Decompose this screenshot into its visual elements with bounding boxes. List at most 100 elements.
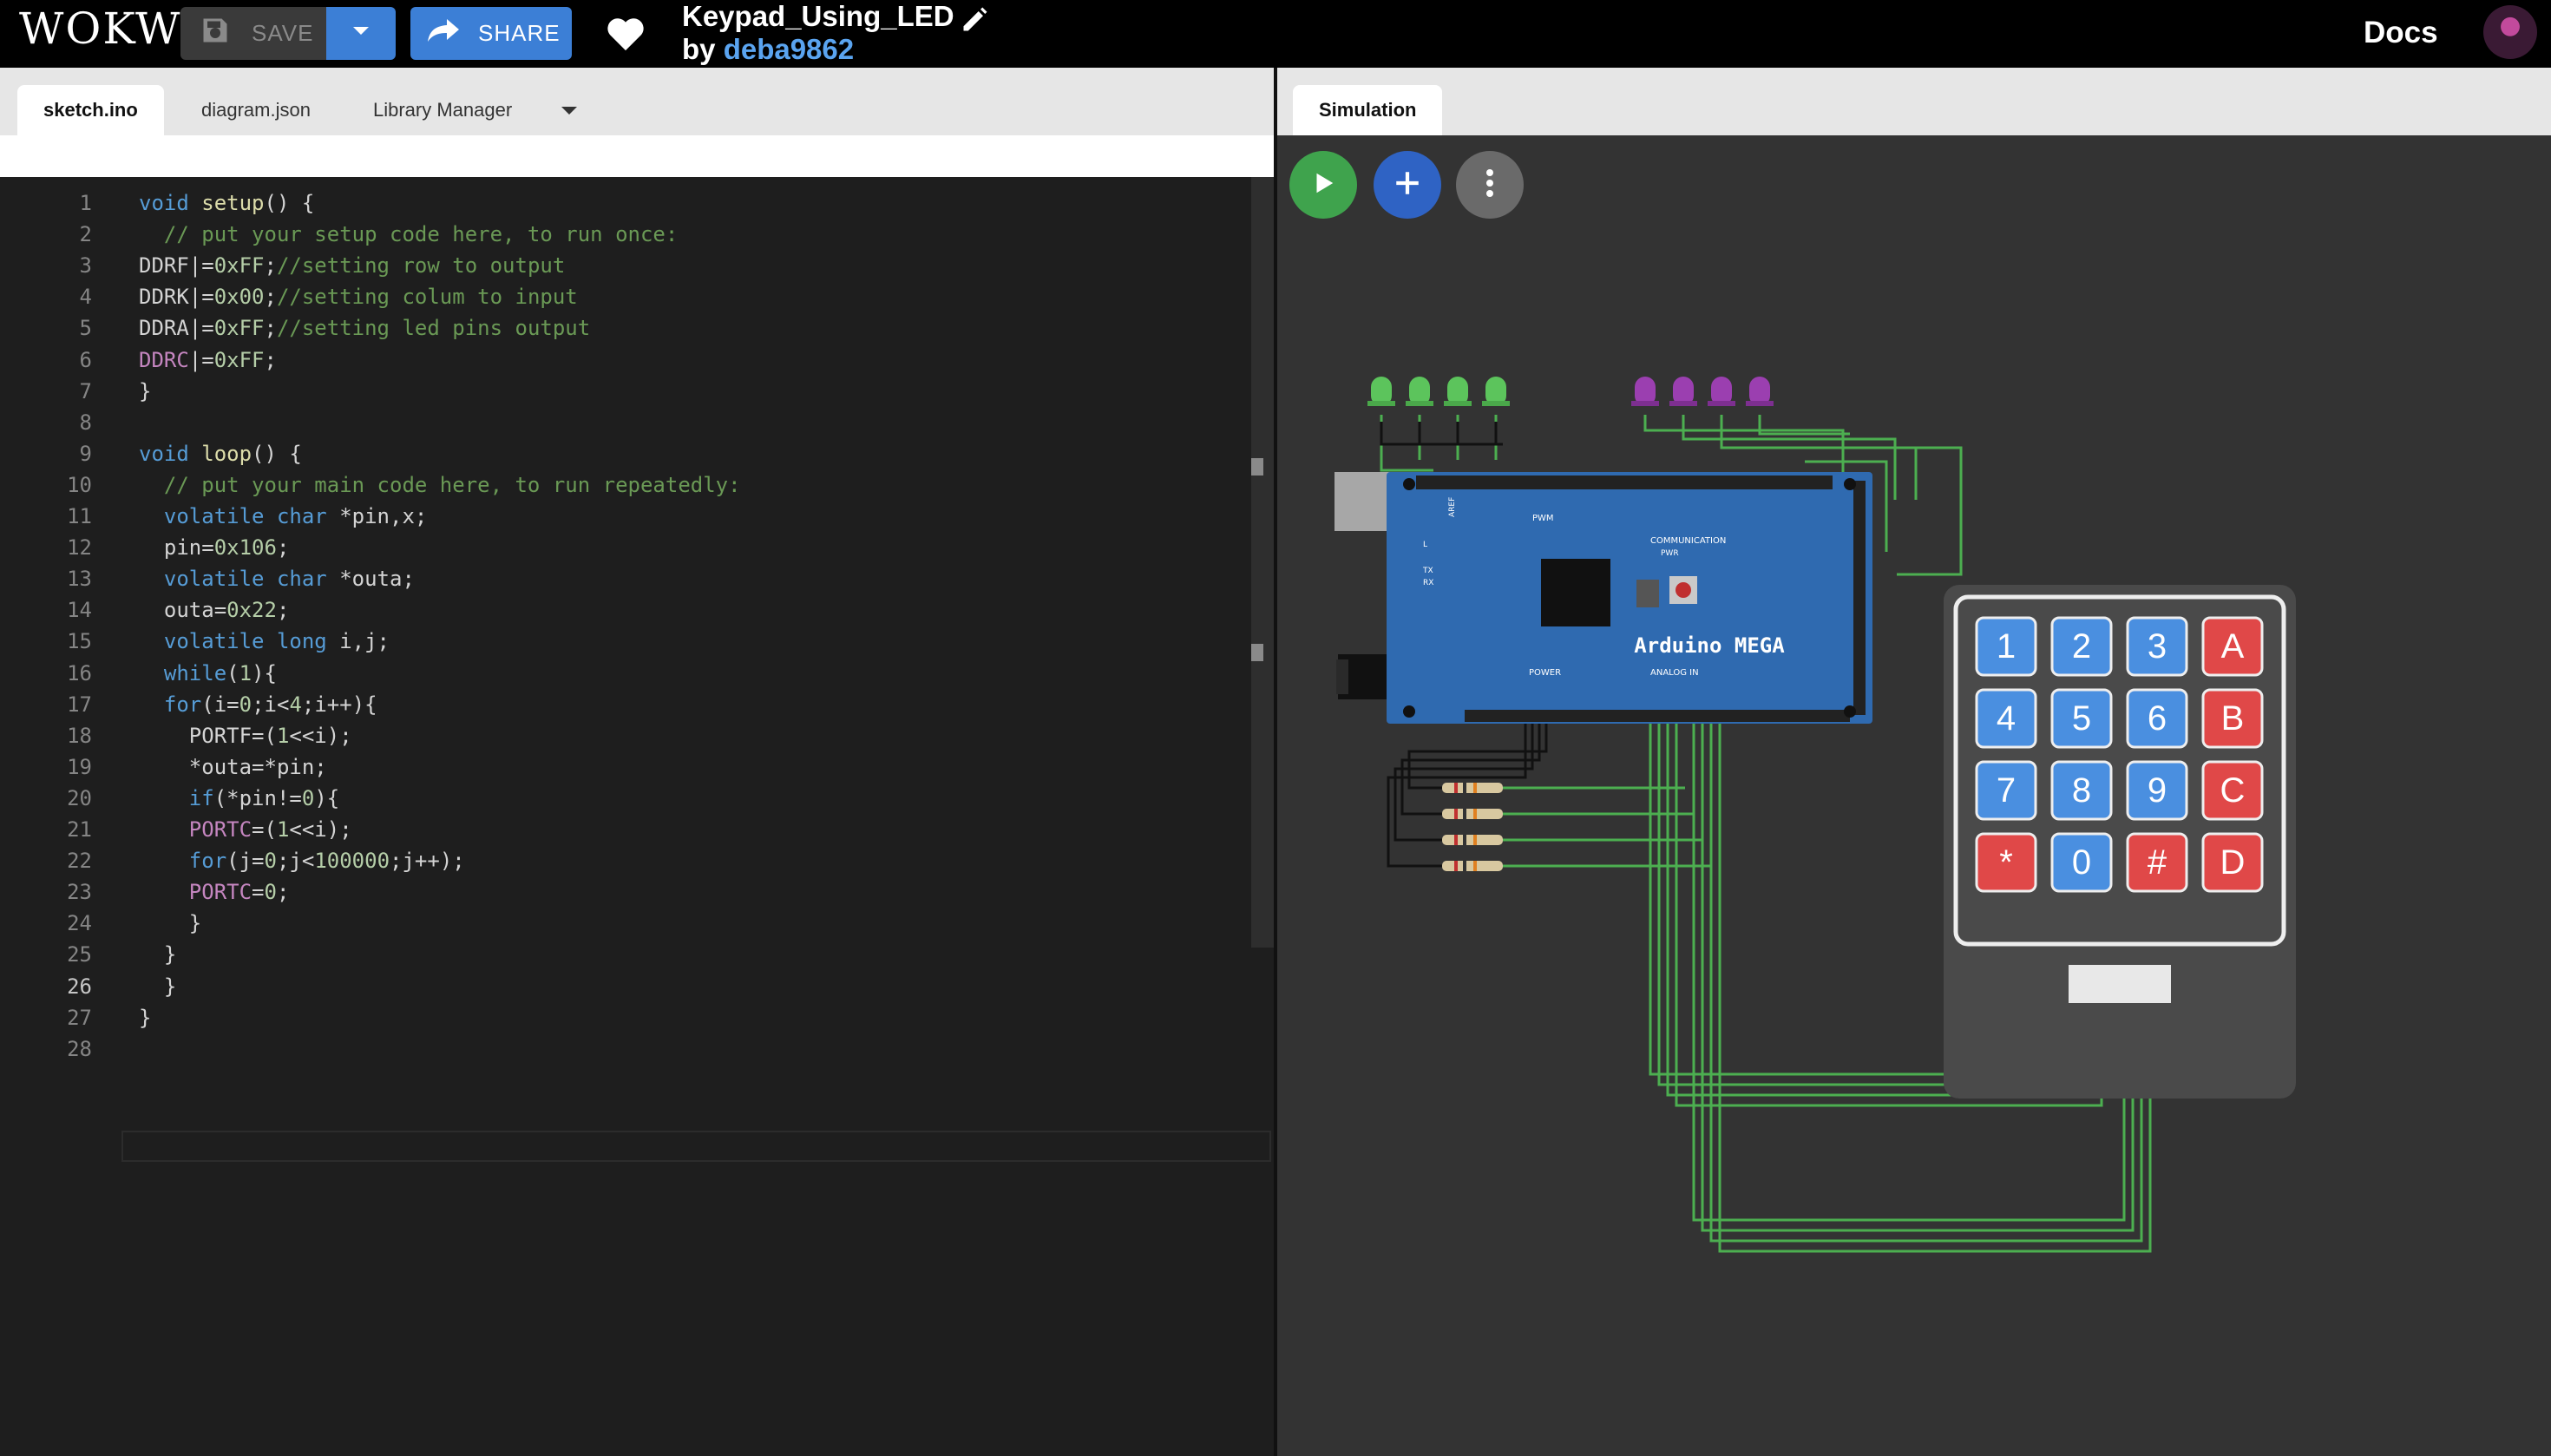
save-options-dropdown[interactable]	[326, 7, 396, 60]
line-number: 11	[67, 504, 92, 528]
code-text: volatile char *outa;	[163, 567, 415, 592]
heart-icon[interactable]	[606, 16, 646, 56]
line-number: 12	[67, 535, 92, 561]
communication-label: COMMUNICATION	[1650, 536, 1726, 546]
board-label: Arduino MEGA	[1634, 633, 1785, 658]
pwm-label: PWM	[1532, 514, 1554, 523]
line-number: 27	[67, 1005, 92, 1030]
code-text: outa=0x22;	[139, 598, 290, 623]
led-green[interactable]	[1367, 377, 1395, 406]
resistor[interactable]	[1442, 835, 1503, 845]
line-number: 5	[79, 316, 92, 341]
keypad-key-label: 7	[1997, 771, 2016, 810]
keypad-key-label: 5	[2072, 699, 2091, 738]
line-number: 1	[79, 191, 92, 215]
resistor[interactable]	[1442, 861, 1503, 871]
led-purple[interactable]	[1669, 377, 1697, 406]
rx-label: RX	[1423, 579, 1433, 587]
pencil-icon[interactable]	[960, 3, 991, 39]
line-number: 14	[67, 598, 92, 623]
keypad-key[interactable]: *	[1975, 832, 2037, 893]
code-text: DDRK|=0x00;//setting colum to input	[139, 285, 578, 310]
editor-scrollbar[interactable]	[1251, 177, 1274, 948]
keypad-key[interactable]: A	[2201, 616, 2264, 677]
keypad-key-label: A	[2221, 627, 2245, 666]
author-link[interactable]: deba9862	[724, 33, 854, 65]
tab-diagram-json[interactable]: diagram.json	[175, 85, 337, 135]
keypad-key[interactable]: 7	[1975, 760, 2037, 821]
code-text: DDRC|=0xFF;	[139, 347, 277, 372]
tab-simulation[interactable]: Simulation	[1293, 85, 1443, 135]
keypad-key-label: 2	[2072, 627, 2091, 666]
keypad-key[interactable]: 8	[2050, 760, 2113, 821]
avatar[interactable]	[2483, 5, 2537, 59]
line-number: 2	[79, 222, 92, 247]
line-number: 9	[79, 441, 92, 466]
keypad-key[interactable]: 4	[1975, 688, 2037, 749]
code-text: // put your main code here, to run repea…	[163, 472, 741, 497]
power-label: POWER	[1529, 668, 1561, 678]
led-purple[interactable]	[1631, 377, 1659, 406]
keypad-key-label: 3	[2148, 627, 2167, 666]
led-l-label: L	[1423, 541, 1427, 549]
keypad-key[interactable]: 3	[2126, 616, 2188, 677]
membrane-keypad[interactable]: 1 2 3 A 4 5 6 B 7 8 9 C * 0 # D	[1944, 585, 2296, 1099]
resistors	[1442, 783, 1503, 871]
led-green[interactable]	[1406, 377, 1433, 406]
circuit-diagram[interactable]: Arduino MEGA PWM COMMUNICATION PWR L TX …	[1277, 135, 2551, 1456]
keypad-key[interactable]: 5	[2050, 688, 2113, 749]
led-green[interactable]	[1444, 377, 1472, 406]
tabs-menu-caret-icon[interactable]	[560, 105, 579, 121]
code-text: PORTF=(1<<i);	[139, 723, 352, 748]
line-number: 21	[67, 817, 92, 842]
resistor[interactable]	[1442, 783, 1503, 793]
keypad-key-label: 0	[2072, 843, 2091, 882]
keypad-key[interactable]: 2	[2050, 616, 2113, 677]
line-number: 28	[67, 1036, 92, 1061]
line-number: 3	[79, 253, 92, 279]
keypad-key[interactable]: 9	[2126, 760, 2188, 821]
share-button[interactable]: SHARE	[410, 7, 572, 60]
keypad-key[interactable]: C	[2201, 760, 2264, 821]
code-text: DDRF|=0xFF;//setting row to output	[139, 253, 566, 279]
scrollbar-marker	[1251, 458, 1263, 475]
code-text: }	[139, 911, 202, 936]
docs-link[interactable]: Docs	[2364, 16, 2438, 50]
line-number: 24	[67, 911, 92, 936]
line-number: 16	[67, 660, 92, 685]
line-number: 25	[67, 942, 92, 967]
save-button[interactable]: SAVE	[180, 7, 326, 60]
led-purple[interactable]	[1708, 377, 1735, 406]
arduino-mega-board[interactable]: Arduino MEGA PWM COMMUNICATION PWR L TX …	[1335, 472, 1872, 724]
tab-sketch-ino[interactable]: sketch.ino	[17, 85, 164, 135]
led-green[interactable]	[1482, 377, 1510, 406]
code-text: void setup() {	[139, 191, 315, 215]
code-text: pin=0x106;	[139, 535, 290, 561]
line-number: 22	[67, 849, 92, 874]
keypad-key[interactable]: D	[2201, 832, 2264, 893]
keypad-key-label: #	[2148, 843, 2167, 882]
keypad-key[interactable]: 0	[2050, 832, 2113, 893]
resistor[interactable]	[1442, 809, 1503, 819]
code-text: volatile long i,j;	[163, 629, 390, 654]
code-editor[interactable]: 1 void setup() { 2 // put your setup code …	[0, 177, 1274, 1456]
led-group-green	[1367, 377, 1510, 406]
pwr-label: PWR	[1661, 549, 1679, 558]
keypad-key[interactable]: #	[2126, 832, 2188, 893]
code-text: while(1){	[163, 660, 277, 685]
save-label: SAVE	[252, 20, 314, 46]
project-author-line: by deba9862	[682, 33, 854, 66]
line-number: 18	[67, 723, 92, 748]
line-number: 17	[67, 692, 92, 717]
wokwi-logo[interactable]: WOKWI	[19, 3, 200, 54]
tx-label: TX	[1422, 567, 1433, 575]
code-text: DDRA|=0xFF;//setting led pins output	[139, 316, 591, 341]
keypad-key[interactable]: B	[2201, 688, 2264, 749]
tab-library-manager[interactable]: Library Manager	[347, 85, 538, 135]
code-text: // put your setup code here, to run once…	[163, 222, 679, 247]
line-number: 7	[79, 378, 92, 403]
led-purple[interactable]	[1746, 377, 1774, 406]
share-arrow-icon	[426, 17, 461, 49]
keypad-key[interactable]: 6	[2126, 688, 2188, 749]
keypad-key[interactable]: 1	[1975, 616, 2037, 677]
